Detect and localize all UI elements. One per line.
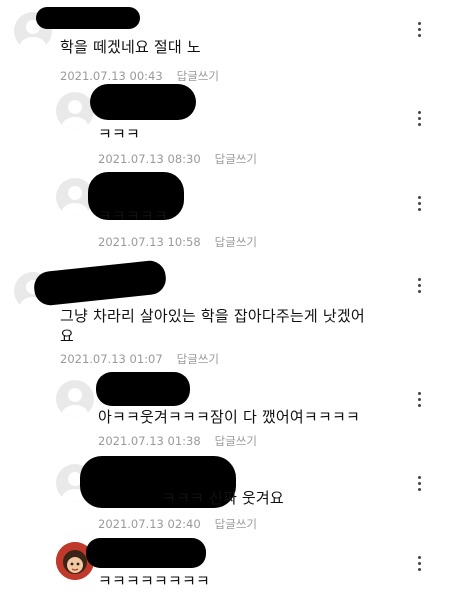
comment-date: 2021.07.13 01:38 xyxy=(98,434,201,448)
comment-meta: 2021.07.13 00:43 답글쓰기 xyxy=(60,68,219,84)
comment-meta: 2021.07.13 01:38 답글쓰기 xyxy=(98,433,257,449)
comment-list: 학을 떼겠네요 절대 노 2021.07.13 00:43 답글쓰기 ㅋㅋㅋ 20… xyxy=(0,0,457,599)
comment-meta: 2021.07.13 10:58 답글쓰기 xyxy=(98,234,257,250)
comment-text: ㅋㅋㅋㅋㅋㅋㅋㅋ xyxy=(98,572,211,590)
author-name-redacted[interactable] xyxy=(90,84,196,120)
more-vertical-icon[interactable] xyxy=(412,278,426,296)
author-name-redacted[interactable] xyxy=(32,259,168,307)
comment-date: 2021.07.13 01:07 xyxy=(60,352,163,366)
author-name-redacted[interactable] xyxy=(36,7,140,29)
author-name-redacted[interactable] xyxy=(86,538,206,568)
comment-text: ㅋㅋㅋ xyxy=(98,125,141,143)
comment-meta: 2021.07.13 01:07 답글쓰기 xyxy=(60,351,219,367)
comment-text: ㅋㅋㅋㅋㅋ xyxy=(98,207,169,225)
comment-text: 학을 떼겠네요 절대 노 xyxy=(60,38,201,56)
more-vertical-icon[interactable] xyxy=(412,476,426,494)
comment-text: ㅋㅋㅋ 신짜 웃겨요 xyxy=(162,489,284,507)
default-avatar-icon[interactable] xyxy=(56,380,94,418)
more-vertical-icon[interactable] xyxy=(412,392,426,410)
comment-date: 2021.07.13 10:58 xyxy=(98,235,201,249)
comment-date: 2021.07.13 08:30 xyxy=(98,152,201,166)
comment-date: 2021.07.13 00:43 xyxy=(60,69,163,83)
comment-text: 아ㅋㅋ웃겨ㅋㅋㅋ잠이 다 깼어여ㅋㅋㅋㅋ xyxy=(98,408,360,426)
reply-button[interactable]: 답글쓰기 xyxy=(215,152,257,166)
more-vertical-icon[interactable] xyxy=(412,556,426,574)
comment-meta: 2021.07.13 02:40 답글쓰기 xyxy=(98,516,257,532)
author-name-redacted[interactable] xyxy=(96,372,190,406)
reply-button[interactable]: 답글쓰기 xyxy=(177,69,219,83)
comment-meta: 2021.07.13 08:30 답글쓰기 xyxy=(98,151,257,167)
comment-date: 2021.07.13 02:40 xyxy=(98,517,201,531)
reply-button[interactable]: 답글쓰기 xyxy=(215,434,257,448)
reply-button[interactable]: 답글쓰기 xyxy=(177,352,219,366)
comment-text: 그냥 차라리 살아있는 학을 잡아다주는게 낫겠어 요 xyxy=(60,307,365,345)
reply-button[interactable]: 답글쓰기 xyxy=(215,517,257,531)
default-avatar-icon[interactable] xyxy=(56,92,94,130)
more-vertical-icon[interactable] xyxy=(412,111,426,129)
more-vertical-icon[interactable] xyxy=(412,196,426,214)
reply-button[interactable]: 답글쓰기 xyxy=(215,235,257,249)
more-vertical-icon[interactable] xyxy=(412,22,426,40)
